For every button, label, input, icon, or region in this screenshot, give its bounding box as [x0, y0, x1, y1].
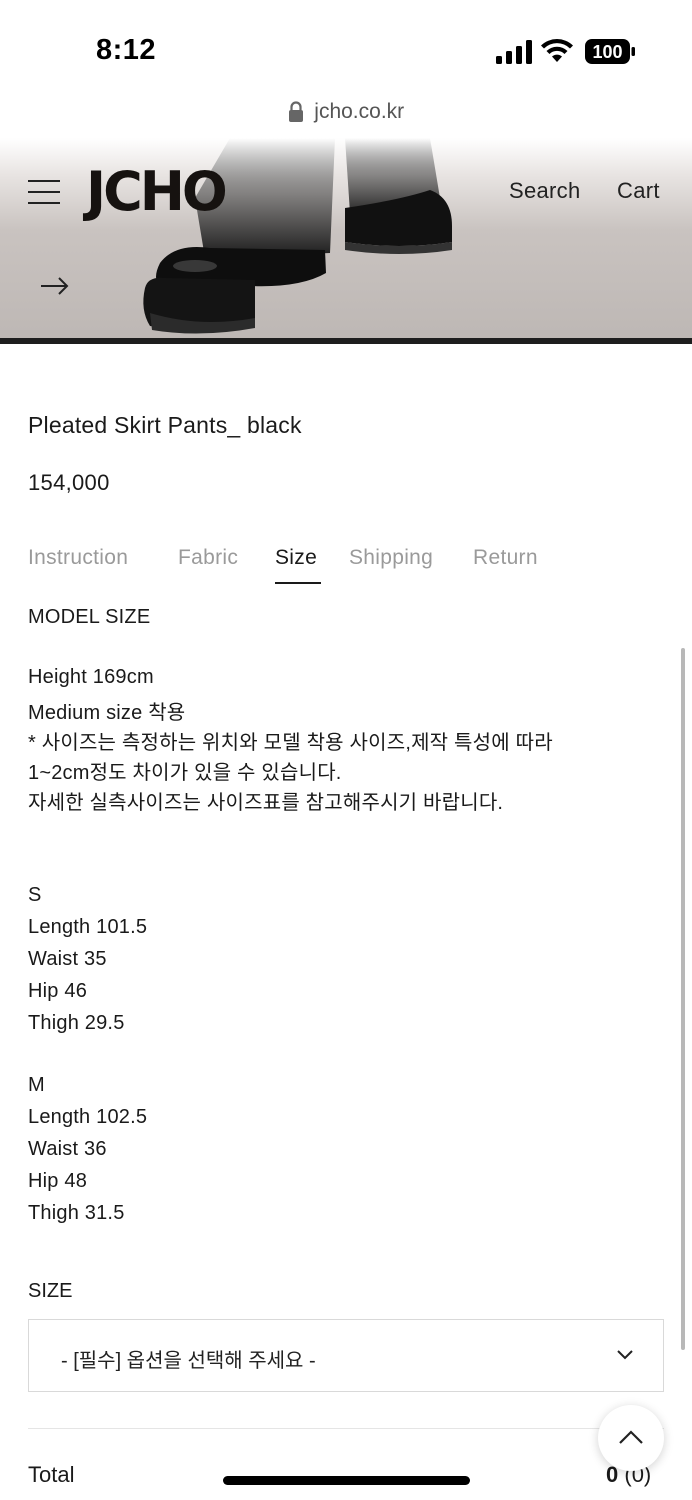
tab-fabric[interactable]: Fabric: [178, 546, 238, 570]
size-m-waist: Waist 36: [28, 1138, 107, 1160]
size-m-length: Length 102.5: [28, 1106, 148, 1128]
battery-icon: 100: [585, 39, 635, 64]
size-m-thigh: Thigh 31.5: [28, 1202, 125, 1224]
total-label: Total: [28, 1462, 75, 1487]
product-price: 154,000: [28, 470, 110, 495]
cart-link[interactable]: Cart: [617, 178, 660, 204]
tab-instruction[interactable]: Instruction: [28, 546, 128, 570]
size-s-hip: Hip 46: [28, 980, 88, 1002]
divider: [28, 1428, 664, 1429]
battery-level: 100: [592, 42, 622, 62]
model-size-heading: MODEL SIZE: [28, 606, 151, 628]
chevron-down-icon: [617, 1350, 633, 1360]
model-line: Height 169cm: [28, 666, 154, 688]
product-name: Pleated Skirt Pants_ black: [28, 412, 302, 438]
tab-return[interactable]: Return: [473, 546, 538, 570]
active-tab-indicator: [275, 582, 321, 584]
size-s-thigh: Thigh 29.5: [28, 1012, 125, 1034]
size-option-label: SIZE: [28, 1280, 73, 1302]
size-s-name: S: [28, 884, 42, 906]
size-s-length: Length 101.5: [28, 916, 148, 938]
tab-shipping[interactable]: Shipping: [349, 546, 433, 570]
size-select[interactable]: - [필수] 옵션을 선택해 주세요 -: [28, 1319, 664, 1392]
search-link[interactable]: Search: [509, 178, 581, 204]
home-indicator[interactable]: [223, 1476, 470, 1485]
size-m-hip: Hip 48: [28, 1170, 88, 1192]
size-s-waist: Waist 35: [28, 948, 107, 970]
size-m-name: M: [28, 1074, 45, 1096]
status-time: 8:12: [96, 34, 157, 66]
chevron-up-icon: [619, 1430, 643, 1444]
site-logo[interactable]: JCHO: [86, 160, 228, 223]
wifi-icon: [541, 39, 573, 62]
lock-icon: [288, 101, 303, 122]
tab-size[interactable]: Size: [275, 546, 317, 570]
arrow-right-icon[interactable]: [40, 275, 70, 297]
hero-divider: [0, 338, 692, 344]
cellular-signal-icon: [496, 40, 532, 64]
model-line: 1~2cm정도 차이가 있을 수 있습니다.: [28, 762, 342, 784]
scroll-to-top-button[interactable]: [598, 1405, 664, 1471]
model-line: 자세한 실측사이즈는 사이즈표를 참고해주시기 바랍니다.: [28, 792, 504, 814]
address-bar[interactable]: jcho.co.kr: [0, 100, 692, 138]
hamburger-icon[interactable]: [28, 178, 60, 206]
model-line: Medium size 착용: [28, 702, 186, 724]
url-text: jcho.co.kr: [314, 100, 405, 123]
status-bar: 8:12 100: [0, 0, 692, 100]
scrollbar[interactable]: [681, 648, 685, 1350]
model-line: * 사이즈는 측정하는 위치와 모델 착용 사이즈,제작 특성에 따라: [28, 732, 553, 754]
hero-banner: JCHO Search Cart: [0, 138, 692, 343]
size-select-value: - [필수] 옵션을 선택해 주세요 -: [61, 1350, 316, 1372]
